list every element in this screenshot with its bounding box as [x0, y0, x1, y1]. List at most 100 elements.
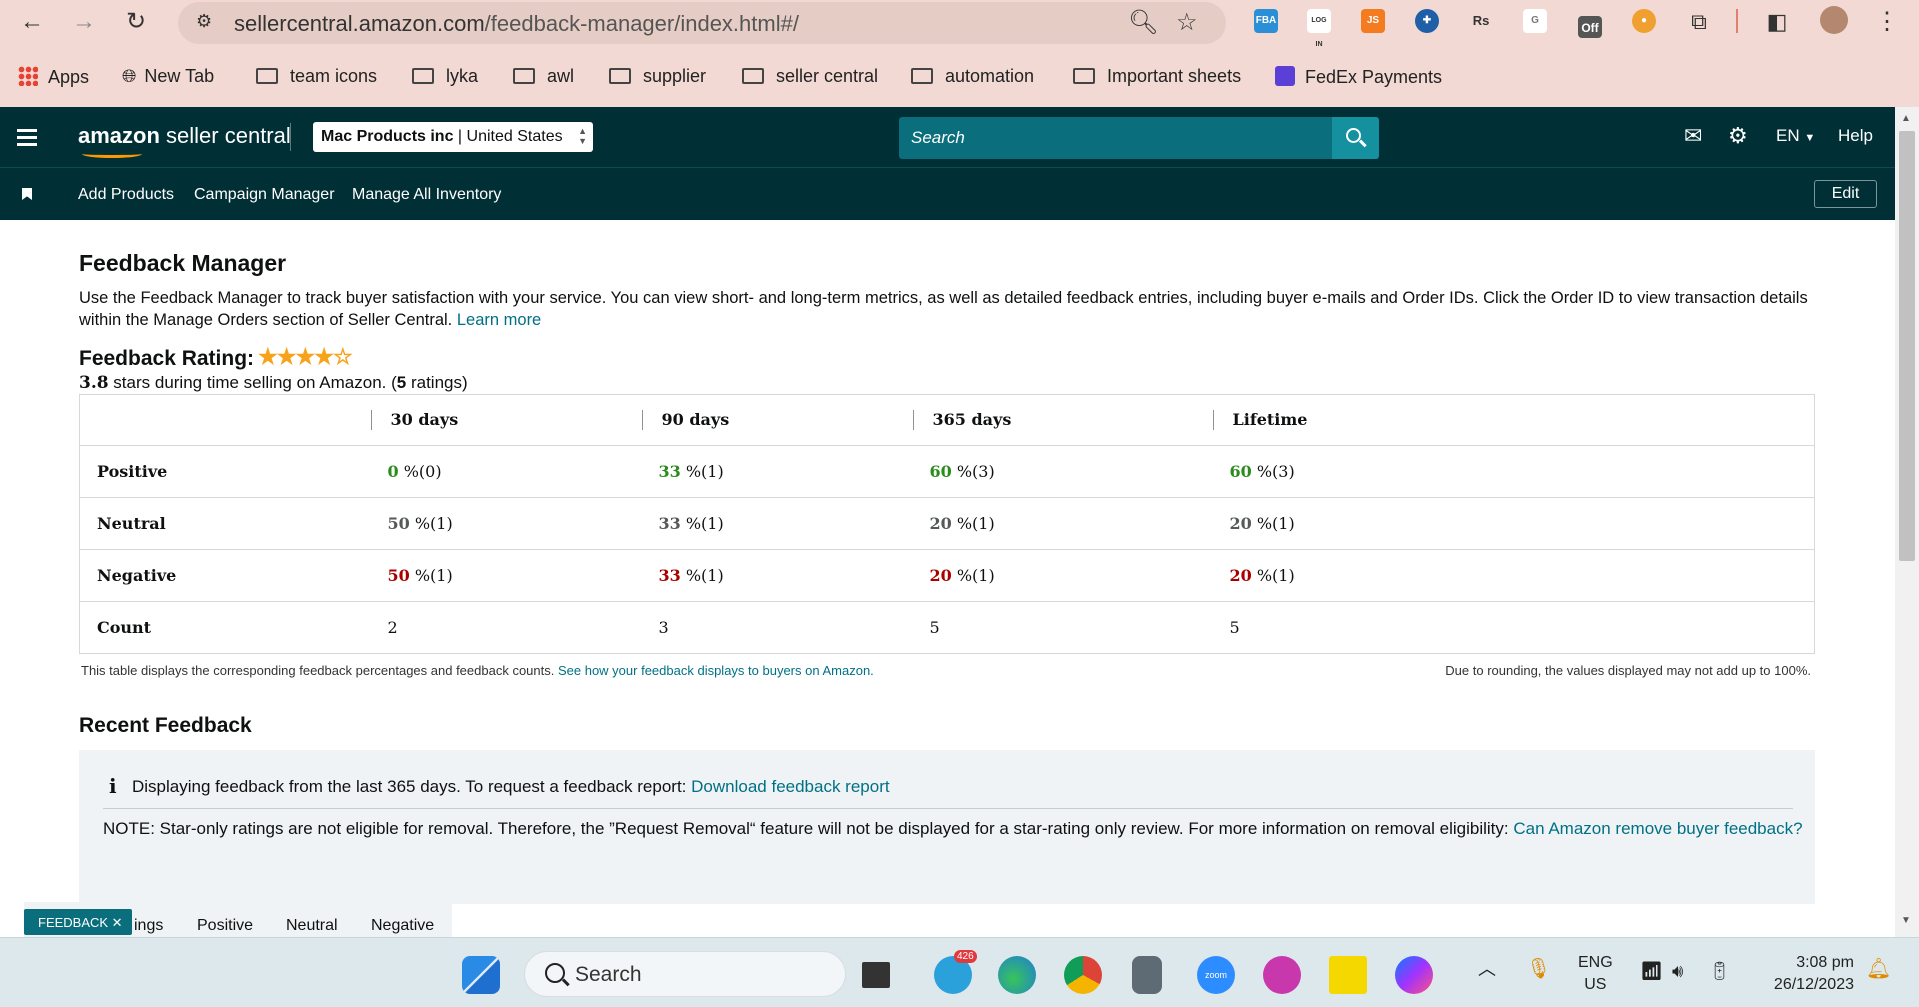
- wps-icon[interactable]: [1263, 956, 1301, 994]
- tab-negative[interactable]: Negative: [371, 917, 434, 935]
- fba-extension-icon[interactable]: FBA: [1254, 9, 1278, 33]
- microphone-icon[interactable]: 🎙︎: [1526, 958, 1551, 980]
- back-icon[interactable]: ←: [17, 7, 47, 37]
- chrome-icon[interactable]: [1064, 956, 1102, 994]
- bookmark-apps[interactable]: Apps: [18, 66, 89, 88]
- bookmark-supplier[interactable]: supplier: [609, 66, 706, 87]
- off-extension-icon[interactable]: Off: [1578, 16, 1602, 38]
- buyer-display-link[interactable]: See how your feedback displays to buyers…: [558, 663, 874, 678]
- wifi-icon[interactable]: 📶︎: [1640, 960, 1663, 982]
- reload-icon[interactable]: ↻: [121, 7, 151, 37]
- url-host: sellercentral.amazon.com: [234, 11, 485, 36]
- chevron-up-icon[interactable]: ︿: [1478, 958, 1496, 980]
- bookmark-icon[interactable]: [22, 188, 32, 200]
- side-panel-icon[interactable]: ◧: [1762, 7, 1792, 37]
- table-cell: 20 %(1): [912, 549, 1213, 602]
- bookmark-seller-central[interactable]: seller central: [742, 66, 878, 87]
- nav-add-products[interactable]: Add Products: [78, 186, 174, 204]
- translate-extension-icon[interactable]: ✚: [1415, 9, 1439, 33]
- browser-toolbar: ← → ↻ ⚙ sellercentral.amazon.com/feedbac…: [0, 0, 1919, 48]
- table-cell: 60 %(3): [912, 445, 1213, 498]
- seller-central-header: amazon seller central Mac Products inc |…: [0, 107, 1895, 167]
- scroll-up-icon[interactable]: ▲: [1901, 113, 1911, 124]
- nav-manage-all-inventory[interactable]: Manage All Inventory: [352, 186, 501, 204]
- bookmark-automation[interactable]: automation: [911, 66, 1034, 87]
- search-input[interactable]: Search: [899, 117, 1332, 159]
- star-rating-icon: ★★★★☆: [258, 344, 353, 369]
- zoom-icon[interactable]: zoom: [1197, 956, 1235, 994]
- scrollbar-thumb[interactable]: [1899, 131, 1915, 561]
- table-cell: 33 %(1): [641, 549, 913, 602]
- task-view-icon[interactable]: [862, 962, 890, 988]
- account-switcher[interactable]: Mac Products inc | United States ▲ ▼: [313, 122, 593, 152]
- gc-extension-icon[interactable]: G: [1523, 9, 1547, 33]
- bookmark-awl[interactable]: awl: [513, 66, 574, 87]
- address-bar[interactable]: ⚙ sellercentral.amazon.com/feedback-mana…: [178, 2, 1226, 44]
- bookmark-important-sheets[interactable]: Important sheets: [1073, 66, 1241, 87]
- search-button[interactable]: [1332, 117, 1379, 159]
- column-header: Lifetime: [1212, 394, 1815, 446]
- scroll-down-icon[interactable]: ▼: [1901, 915, 1911, 926]
- help-link[interactable]: Help: [1838, 126, 1873, 146]
- zoom-icon[interactable]: 🔍︎: [1128, 8, 1158, 37]
- windows-taskbar: Search 426 zoom ︿ 🎙︎ ENG US 📶︎ 🔊︎ 🔋︎ 3:08…: [0, 937, 1919, 1007]
- volume-icon[interactable]: 🔊︎: [1672, 960, 1683, 982]
- feedback-rating-heading: Feedback Rating: ★★★★☆: [79, 344, 353, 370]
- bookmark-fedex-payments[interactable]: FedEx Payments: [1275, 66, 1442, 88]
- bookmark-lyka[interactable]: lyka: [412, 66, 478, 87]
- bookmark-team-icons[interactable]: team icons: [256, 66, 377, 87]
- edge-icon[interactable]: [998, 956, 1036, 994]
- orange-extension-icon[interactable]: ●: [1632, 9, 1656, 33]
- gear-icon[interactable]: ⚙: [1728, 123, 1748, 149]
- rounding-note: Due to rounding, the values displayed ma…: [1445, 663, 1811, 678]
- notification-bell-icon[interactable]: 🔔︎: [1866, 958, 1891, 980]
- feedback-widget-button[interactable]: FEEDBACK ✕: [24, 909, 132, 935]
- browser-menu-icon[interactable]: ⋮: [1872, 7, 1902, 37]
- globe-icon: 🌐︎: [122, 66, 137, 86]
- battery-icon[interactable]: 🔋︎: [1708, 960, 1731, 982]
- column-header: 30 days: [370, 394, 642, 446]
- hamburger-menu-icon[interactable]: [17, 129, 37, 146]
- taskbar-search[interactable]: Search: [524, 951, 846, 997]
- language-selector[interactable]: EN ▼: [1776, 126, 1815, 146]
- table-cell: 20 %(1): [912, 497, 1213, 550]
- clock[interactable]: 3:08 pm 26/12/2023: [1758, 952, 1854, 996]
- forward-icon[interactable]: →: [69, 7, 99, 37]
- messenger-icon[interactable]: [1395, 956, 1433, 994]
- download-report-link[interactable]: Download feedback report: [691, 777, 889, 796]
- folder-icon: [911, 68, 933, 84]
- js-extension-icon[interactable]: JS: [1361, 9, 1385, 33]
- tab-neutral[interactable]: Neutral: [286, 917, 338, 935]
- extensions-puzzle-icon[interactable]: ⧉: [1684, 7, 1714, 37]
- table-footnote: This table displays the corresponding fe…: [81, 663, 874, 678]
- site-settings-icon[interactable]: ⚙: [196, 11, 212, 32]
- login-extension-icon[interactable]: LOG IN: [1307, 9, 1331, 48]
- nav-campaign-manager[interactable]: Campaign Manager: [194, 186, 335, 204]
- feedback-metrics-table: 30 days 90 days 365 days Lifetime Positi…: [79, 394, 1815, 654]
- tab-all-ratings[interactable]: ings: [134, 917, 163, 935]
- removal-eligibility-link[interactable]: Can Amazon remove buyer feedback?: [1513, 819, 1802, 838]
- page-content: Feedback Manager Use the Feedback Manage…: [0, 220, 1895, 937]
- edit-button[interactable]: Edit: [1814, 180, 1877, 208]
- table-cell: 5: [1229, 617, 1240, 637]
- sticky-notes-icon[interactable]: [1329, 956, 1367, 994]
- bookmark-star-icon[interactable]: ☆: [1176, 8, 1198, 37]
- bookmark-new-tab[interactable]: 🌐︎ New Tab: [122, 66, 214, 87]
- language-indicator[interactable]: ENG US: [1578, 952, 1613, 996]
- page-scrollbar[interactable]: ▲ ▼: [1895, 107, 1919, 937]
- rs-extension-icon[interactable]: Rs: [1469, 9, 1493, 33]
- table-cell: 33 %(1): [641, 445, 913, 498]
- windows-start-icon[interactable]: [462, 956, 500, 994]
- folder-icon: [609, 68, 631, 84]
- calculator-icon[interactable]: [1132, 956, 1162, 994]
- telegram-icon[interactable]: 426: [934, 950, 977, 994]
- page-title: Feedback Manager: [79, 250, 287, 276]
- learn-more-link[interactable]: Learn more: [457, 311, 541, 329]
- seller-central-logo[interactable]: amazon seller central: [78, 123, 291, 158]
- tab-positive[interactable]: Positive: [197, 917, 253, 935]
- mail-icon[interactable]: ✉: [1684, 123, 1702, 149]
- table-row: Positive 0 %(0) 33 %(1) 60 %(3) 60 %(3): [79, 445, 1815, 498]
- profile-avatar[interactable]: [1820, 6, 1848, 34]
- toolbar-divider: [1736, 9, 1738, 33]
- telegram-badge: 426: [954, 950, 977, 963]
